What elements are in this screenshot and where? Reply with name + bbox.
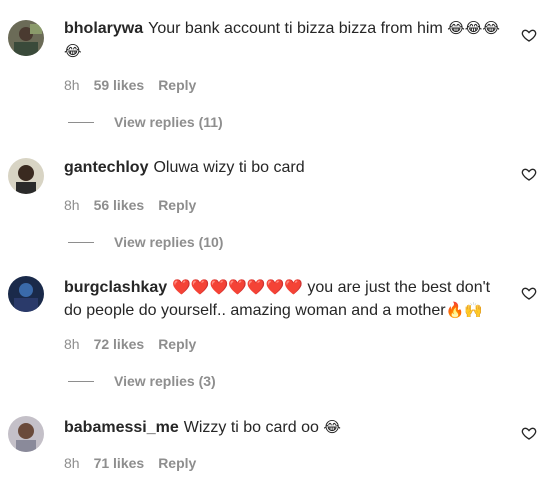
replies-divider <box>68 380 94 382</box>
comment-text: gantechloy Oluwa wizy ti bo card <box>64 157 504 179</box>
comment-text: bholarywa Your bank account ti bizza bizz… <box>64 17 504 63</box>
comment-username[interactable]: bholarywa <box>64 20 143 37</box>
like-button[interactable] <box>521 166 537 182</box>
like-button[interactable] <box>521 425 537 441</box>
timestamp: 8h <box>64 197 80 213</box>
timestamp: 8h <box>64 455 80 471</box>
comment-username[interactable]: burgclashkay <box>64 279 167 296</box>
timestamp: 8h <box>64 336 80 352</box>
comment-body: Oluwa wizy ti bo card <box>153 159 305 176</box>
reply-button[interactable]: Reply <box>158 336 196 352</box>
reply-button[interactable]: Reply <box>158 455 196 471</box>
heart-outline-icon <box>521 29 537 42</box>
comment-meta: 8h 71 likes Reply <box>64 455 196 471</box>
view-replies-button[interactable]: View replies (3) <box>68 373 216 389</box>
comment-meta: 8h 72 likes Reply <box>64 336 196 352</box>
timestamp: 8h <box>64 77 80 93</box>
comment-body: Wizzy ti bo card oo <box>183 419 319 436</box>
avatar[interactable] <box>8 20 44 56</box>
view-replies-button[interactable]: View replies (11) <box>68 114 223 130</box>
view-replies-label: View replies (11) <box>114 114 223 130</box>
likes-count[interactable]: 72 likes <box>94 336 145 352</box>
reply-button[interactable]: Reply <box>158 77 196 93</box>
reply-button[interactable]: Reply <box>158 197 196 213</box>
heart-outline-icon <box>521 287 537 300</box>
emoji: 😂 <box>323 418 341 436</box>
emoji: 🔥🙌 <box>445 301 483 319</box>
like-button[interactable] <box>521 27 537 43</box>
likes-count[interactable]: 59 likes <box>94 77 145 93</box>
comment-username[interactable]: gantechloy <box>64 159 148 176</box>
likes-count[interactable]: 71 likes <box>94 455 145 471</box>
comment-meta: 8h 59 likes Reply <box>64 77 196 93</box>
avatar[interactable] <box>8 158 44 194</box>
view-replies-label: View replies (3) <box>114 373 216 389</box>
heart-outline-icon <box>521 168 537 181</box>
avatar[interactable] <box>8 276 44 312</box>
hearts-emoji: ❤️❤️❤️❤️❤️❤️❤️ <box>172 278 303 296</box>
comment-text: babamessi_me Wizzy ti bo card oo 😂 <box>64 416 504 439</box>
heart-outline-icon <box>521 427 537 440</box>
comment-meta: 8h 56 likes Reply <box>64 197 196 213</box>
likes-count[interactable]: 56 likes <box>94 197 145 213</box>
replies-divider <box>68 121 94 123</box>
view-replies-button[interactable]: View replies (10) <box>68 234 223 250</box>
view-replies-label: View replies (10) <box>114 234 224 250</box>
comment-text: burgclashkay ❤️❤️❤️❤️❤️❤️❤️ you are just … <box>64 276 504 322</box>
comment-body: Your bank account ti bizza bizza from hi… <box>148 20 443 37</box>
like-button[interactable] <box>521 285 537 301</box>
comment-username[interactable]: babamessi_me <box>64 419 179 436</box>
avatar[interactable] <box>8 416 44 452</box>
replies-divider <box>68 241 94 243</box>
